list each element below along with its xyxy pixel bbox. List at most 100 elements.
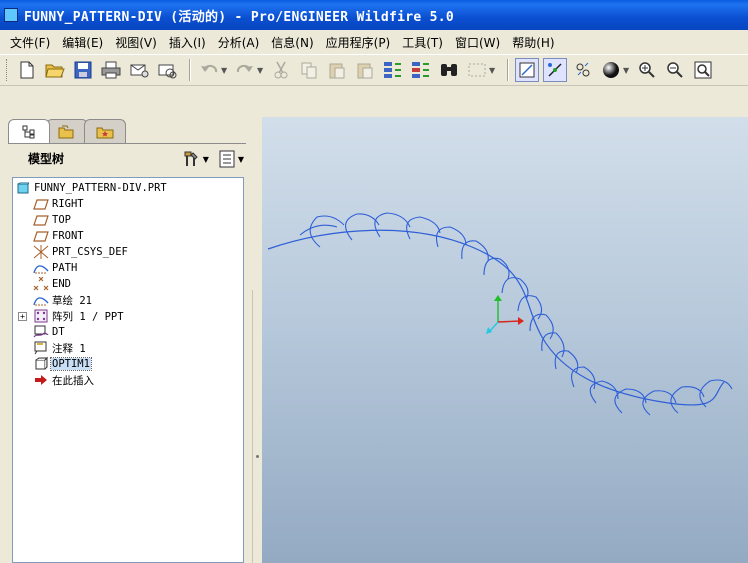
chevron-down-icon: ▼: [237, 154, 244, 164]
select-box-button[interactable]: [465, 58, 489, 82]
tree-item-datum-top[interactable]: TOP: [13, 212, 243, 228]
tree-item-insert-here[interactable]: 在此插入: [13, 372, 243, 388]
insert-here-arrow-icon: [33, 373, 49, 387]
tree-settings-button[interactable]: ▼: [182, 150, 209, 168]
send-mail-button[interactable]: [127, 58, 151, 82]
menu-tools[interactable]: 工具(T): [396, 34, 449, 51]
menu-file[interactable]: 文件(F): [4, 34, 56, 51]
menu-analysis[interactable]: 分析(A): [212, 34, 266, 51]
pattern-arc: [670, 386, 705, 414]
tree-item-sketch-21[interactable]: 草绘 21: [13, 292, 243, 308]
new-button[interactable]: [15, 58, 39, 82]
datum-display-button[interactable]: [515, 58, 539, 82]
graphics-viewport[interactable]: [262, 117, 748, 563]
datum-points-button[interactable]: [571, 58, 595, 82]
splitter-handle[interactable]: [256, 455, 259, 458]
pattern-arc: [309, 215, 345, 248]
tree-item-label: PRT_CSYS_DEF: [52, 246, 128, 258]
print-button[interactable]: [99, 58, 123, 82]
tab-folder-browser[interactable]: [46, 119, 88, 143]
tools-hammer-icon: [184, 151, 198, 166]
menu-view[interactable]: 视图(V): [109, 34, 163, 51]
regenerate-button[interactable]: [381, 58, 405, 82]
selection-box-icon: [468, 63, 486, 77]
tree-item-label: FRONT: [52, 230, 84, 242]
zoom-in-button[interactable]: [635, 58, 659, 82]
tree-item-part[interactable]: FUNNY_PATTERN-DIV.PRT: [13, 180, 243, 196]
menu-edit[interactable]: 编辑(E): [56, 34, 109, 51]
tree-item-end[interactable]: END: [13, 276, 243, 292]
chevron-down-icon: ▼: [202, 154, 209, 164]
csys-x-axis: [497, 320, 521, 323]
copy-icon: [301, 62, 317, 79]
redo-button[interactable]: [233, 58, 257, 82]
tree-item-label: PATH: [52, 262, 78, 274]
model-tree-icon: [22, 125, 35, 138]
open-folder-icon: [45, 64, 65, 78]
printer-icon: [101, 61, 121, 79]
menu-help[interactable]: 帮助(H): [506, 34, 560, 51]
open-button[interactable]: [43, 58, 67, 82]
toolbar-separator: [507, 59, 509, 81]
tree-item-annotation[interactable]: 注释 1: [13, 340, 243, 356]
shading-button[interactable]: [599, 58, 623, 82]
select-dropdown-icon[interactable]: ▼: [489, 66, 497, 75]
undo-icon: [201, 64, 218, 73]
toolbar-strip: [0, 87, 748, 117]
cut-button[interactable]: [269, 58, 293, 82]
main-toolbar: ▼ ▼ ▼ ▼: [0, 54, 748, 86]
datum-axis-icon: [548, 63, 562, 77]
tab-favorites[interactable]: [84, 119, 126, 143]
undo-button[interactable]: [197, 58, 221, 82]
menu-window[interactable]: 窗口(W): [449, 34, 506, 51]
paste-special-icon: [357, 63, 373, 79]
model-graphics[interactable]: [262, 117, 748, 563]
paste-icon: [329, 63, 345, 79]
expand-toggle[interactable]: +: [18, 311, 27, 321]
menu-applications[interactable]: 应用程序(P): [320, 34, 397, 51]
pattern-arcs[interactable]: [299, 212, 733, 416]
pattern-arc: [345, 213, 380, 241]
toolbar-grip[interactable]: [6, 59, 9, 81]
menu-insert[interactable]: 插入(I): [163, 34, 212, 51]
csys-triad[interactable]: [486, 295, 524, 334]
redo-icon: [236, 64, 253, 73]
datum-plane-icon: [33, 197, 49, 211]
refit-zoom-icon: [694, 61, 712, 79]
tree-item-dt[interactable]: DT: [13, 324, 243, 340]
navigator-panel: 模型树 ▼ ▼ FUNNY_PATTERN-DIV.PRT RIGHT TOP: [0, 117, 262, 563]
paste-button[interactable]: [325, 58, 349, 82]
send-link-button[interactable]: [155, 58, 179, 82]
copy-button[interactable]: [297, 58, 321, 82]
zoom-out-button[interactable]: [663, 58, 687, 82]
undo-dropdown-icon[interactable]: ▼: [221, 66, 229, 75]
feature-icon: [33, 357, 49, 371]
save-button[interactable]: [71, 58, 95, 82]
paste-special-button[interactable]: [353, 58, 377, 82]
find-button[interactable]: [437, 58, 461, 82]
tree-item-datum-front[interactable]: FRONT: [13, 228, 243, 244]
menu-info[interactable]: 信息(N): [265, 34, 319, 51]
tree-item-path[interactable]: PATH: [13, 260, 243, 276]
pattern-arc: [461, 240, 489, 262]
shading-dropdown-icon[interactable]: ▼: [623, 66, 631, 75]
refit-button[interactable]: [691, 58, 715, 82]
path-curve[interactable]: [267, 229, 725, 406]
tree-item-label: DT: [52, 326, 65, 338]
tree-item-optim1[interactable]: OPTIM1: [13, 356, 243, 372]
redo-dropdown-icon[interactable]: ▼: [257, 66, 265, 75]
sketch-curve-icon: [33, 261, 49, 275]
tree-item-label: FUNNY_PATTERN-DIV.PRT: [34, 182, 167, 194]
tree-show-button[interactable]: ▼: [219, 150, 244, 168]
tree-item-label: OPTIM1: [50, 357, 92, 371]
tree-item-datum-right[interactable]: RIGHT: [13, 196, 243, 212]
tree-item-csys[interactable]: PRT_CSYS_DEF: [13, 244, 243, 260]
panel-splitter[interactable]: [252, 290, 262, 563]
tree-item-label: 草绘 21: [52, 294, 92, 307]
tab-model-tree[interactable]: [8, 119, 50, 143]
tree-item-pattern[interactable]: + 阵列 1 / PPT: [13, 308, 243, 324]
datum-axes-button[interactable]: [543, 58, 567, 82]
binoculars-icon: [441, 64, 457, 76]
regen-manager-button[interactable]: [409, 58, 433, 82]
app-icon: [4, 8, 18, 22]
